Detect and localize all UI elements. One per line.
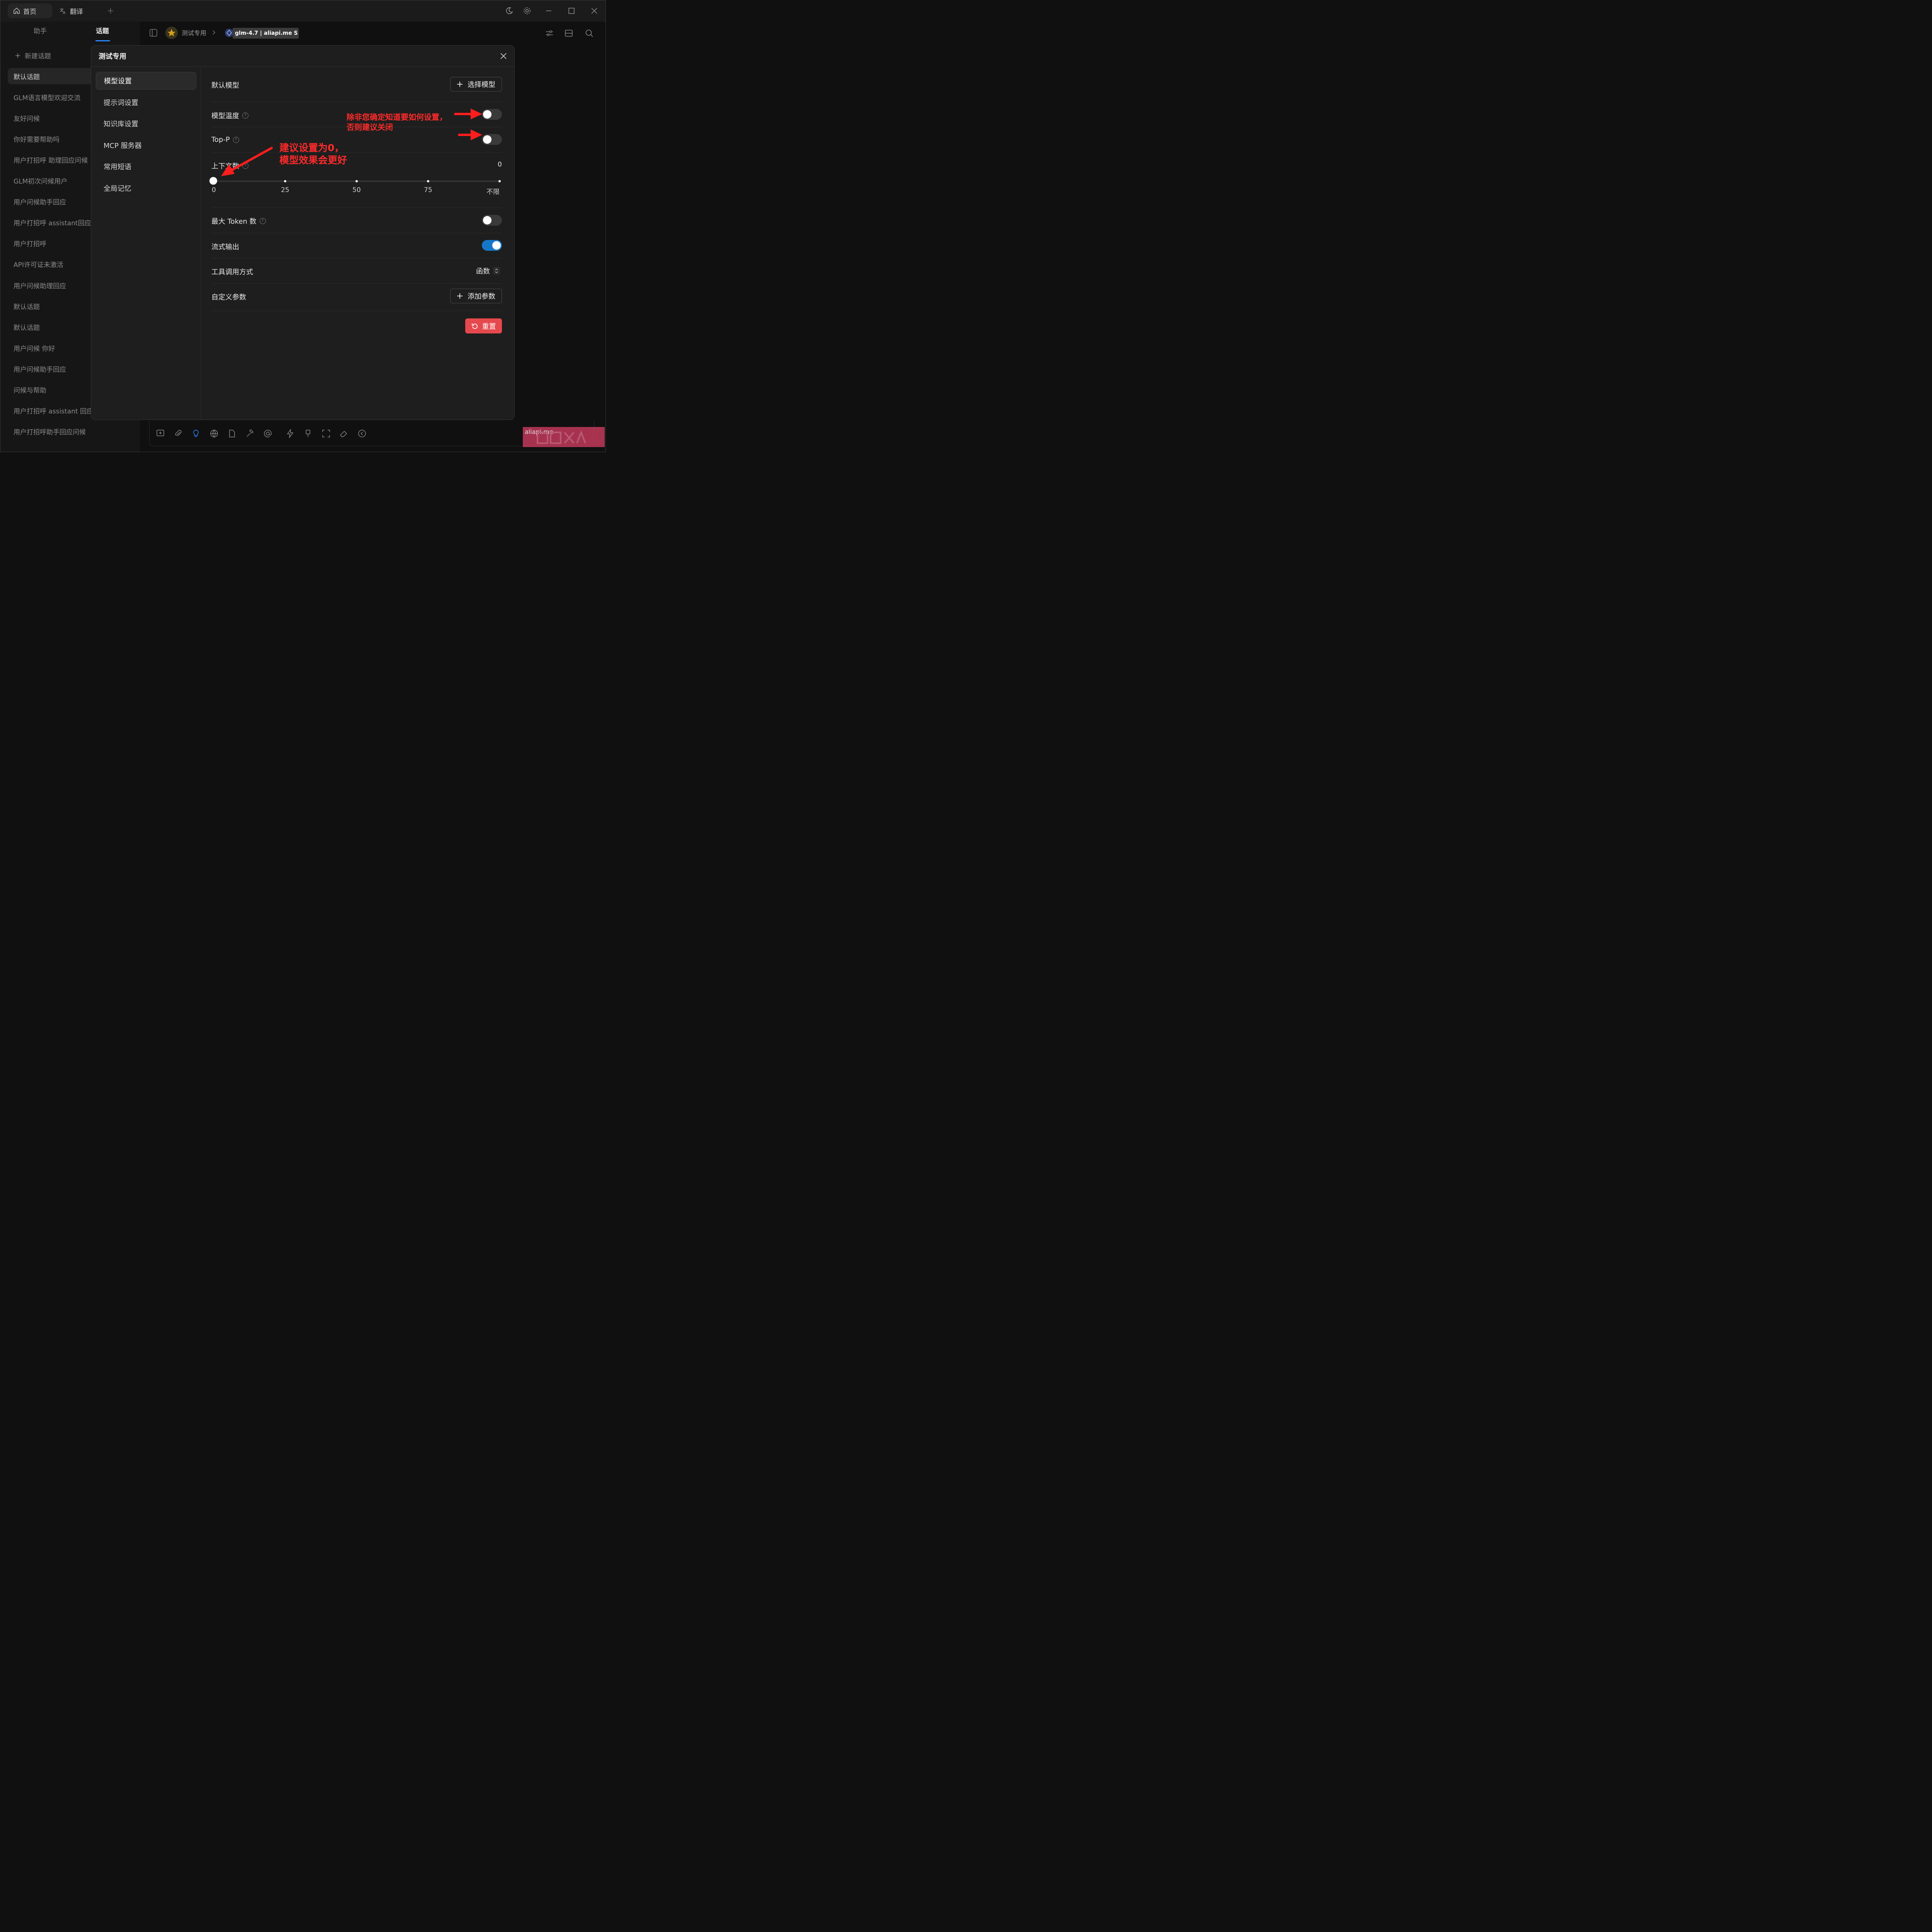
watermark-badge: aliapi.me xyxy=(523,427,605,447)
watermark-logo-icon xyxy=(537,430,586,444)
arrow-icon xyxy=(471,109,482,119)
annotation-arrows xyxy=(221,109,482,176)
arrow-icon xyxy=(231,147,273,171)
arrow-icon xyxy=(471,129,482,140)
